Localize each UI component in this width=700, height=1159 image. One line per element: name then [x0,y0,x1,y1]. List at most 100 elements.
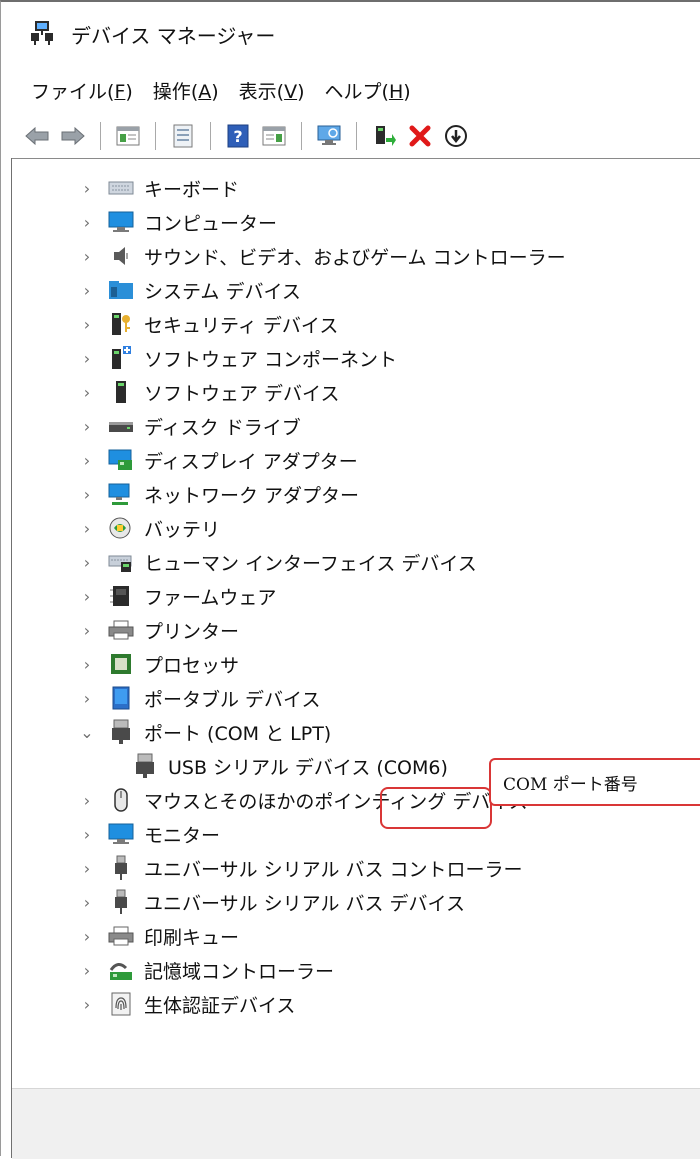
chevron-right-icon[interactable]: › [80,519,94,538]
chevron-right-icon[interactable]: › [80,485,94,504]
chevron-right-icon[interactable]: › [80,791,94,810]
tree-item-software-devices[interactable]: › ソフトウェア デバイス [80,376,339,408]
forward-arrow-icon [61,126,85,146]
tree-item-label: 生体認証デバイス [144,994,296,1017]
properties-button[interactable] [168,121,198,151]
menu-view[interactable]: 表示(V) [229,74,315,110]
tree-item-usb-serial-device[interactable]: USB シリアル デバイス (COM6) [108,750,448,782]
chevron-down-icon[interactable]: ⌄ [80,723,94,742]
tree-item-system-devices[interactable]: › システム デバイス [80,274,301,306]
tree-item-security-devices[interactable]: › セキュリティ デバイス [80,308,338,340]
tree-item-label: システム デバイス [144,280,301,303]
disable-device-button[interactable] [441,121,471,151]
update-driver-icon [376,126,396,146]
chevron-right-icon[interactable]: › [80,281,94,300]
update-driver-button[interactable] [369,121,399,151]
tree-item-display-adapters[interactable]: › ディスプレイ アダプター [80,444,358,476]
toolbar-separator [356,122,357,150]
disable-device-icon [445,125,467,147]
network-adapter-icon [108,481,134,507]
chevron-right-icon[interactable]: › [80,859,94,878]
com-port-highlight [380,787,492,829]
monitor-icon [108,821,134,847]
back-button[interactable] [22,121,52,151]
menu-action-label: 操作 [152,81,191,103]
chevron-right-icon[interactable]: › [80,349,94,368]
tree-item-label: サウンド、ビデオ、およびゲーム コントローラー [144,246,566,269]
chevron-right-icon[interactable]: › [80,825,94,844]
tree-item-label: ディスプレイ アダプター [144,450,358,473]
tree-item-battery[interactable]: › バッテリ [80,512,220,544]
forward-button[interactable] [58,121,88,151]
chevron-right-icon[interactable]: › [80,417,94,436]
chevron-right-icon[interactable]: › [80,621,94,640]
tree-item-biometric-devices[interactable]: › 生体認証デバイス [80,988,295,1020]
console-tree-button[interactable] [113,121,143,151]
tree-item-usb-devices[interactable]: › ユニバーサル シリアル バス デバイス [80,886,465,918]
mouse-icon [108,787,134,813]
tree-item-printers[interactable]: › プリンター [80,614,239,646]
tree-item-label: ポート (COM と LPT) [144,722,332,745]
tree-item-hid[interactable]: › ヒューマン インターフェイス デバイス [80,546,477,578]
back-arrow-icon [25,126,49,146]
tree-pane-left-edge [11,158,12,1158]
chevron-right-icon[interactable]: › [80,179,94,198]
help-icon: ? [227,124,249,148]
processor-icon [108,651,134,677]
svg-text:?: ? [233,127,242,146]
speaker-icon [108,243,134,269]
tree-item-print-queues[interactable]: › 印刷キュー [80,920,239,952]
software-device-icon [108,379,134,405]
action-pane-button[interactable] [259,121,289,151]
chevron-right-icon[interactable]: › [80,655,94,674]
disk-drive-icon [108,413,134,439]
scan-hardware-button[interactable] [314,121,344,151]
printer-icon [108,617,134,643]
menu-file[interactable]: ファイル(F) [1,74,143,110]
menu-action[interactable]: 操作(A) [143,74,229,110]
usb-device-icon [108,889,134,915]
chevron-right-icon[interactable]: › [80,961,94,980]
tree-item-monitors[interactable]: › モニター [80,818,220,850]
chevron-right-icon[interactable]: › [80,213,94,232]
tree-item-disk-drives[interactable]: › ディスク ドライブ [80,410,301,442]
tree-item-ports[interactable]: ⌄ ポート (COM と LPT) [80,716,331,748]
help-button[interactable]: ? [223,121,253,151]
chevron-right-icon[interactable]: › [80,451,94,470]
chevron-right-icon[interactable]: › [80,587,94,606]
tree-item-label: ポータブル デバイス [144,688,321,711]
chevron-right-icon[interactable]: › [80,893,94,912]
scan-hardware-changes-icon [317,125,341,145]
usb-serial-icon [132,753,158,779]
storage-controller-icon [108,957,134,983]
menu-action-accel: A [198,81,212,103]
tree-item-sound[interactable]: › サウンド、ビデオ、およびゲーム コントローラー [80,240,566,272]
toolbar-separator [210,122,211,150]
tree-item-portable-devices[interactable]: › ポータブル デバイス [80,682,320,714]
chevron-right-icon[interactable]: › [80,553,94,572]
chevron-right-icon[interactable]: › [80,247,94,266]
chevron-right-icon[interactable]: › [80,927,94,946]
tree-item-network-adapters[interactable]: › ネットワーク アダプター [80,478,359,510]
uninstall-device-button[interactable] [405,121,435,151]
chevron-right-icon[interactable]: › [80,995,94,1014]
firmware-icon [108,583,134,609]
tree-item-keyboard[interactable]: › キーボード [80,172,239,204]
show-hide-action-pane-icon [262,126,286,146]
status-bar [12,1088,700,1159]
keyboard-icon [108,175,134,201]
tree-item-software-components[interactable]: › ソフトウェア コンポーネント [80,342,397,374]
chevron-right-icon[interactable]: › [80,383,94,402]
chevron-right-icon[interactable]: › [80,689,94,708]
tree-item-label: コンピューター [144,212,278,235]
tree-item-usb-controllers[interactable]: › ユニバーサル シリアル バス コントローラー [80,852,523,884]
tree-item-computer[interactable]: › コンピューター [80,206,277,238]
tree-item-label: ヒューマン インターフェイス デバイス [144,552,477,575]
tree-item-label: プリンター [144,620,240,643]
menu-help[interactable]: ヘルプ(H) [315,74,421,110]
tree-item-storage-controllers[interactable]: › 記憶域コントローラー [80,954,334,986]
menu-file-label: ファイル [31,81,108,103]
chevron-right-icon[interactable]: › [80,315,94,334]
tree-item-firmware[interactable]: › ファームウェア [80,580,276,612]
tree-item-processors[interactable]: › プロセッサ [80,648,239,680]
